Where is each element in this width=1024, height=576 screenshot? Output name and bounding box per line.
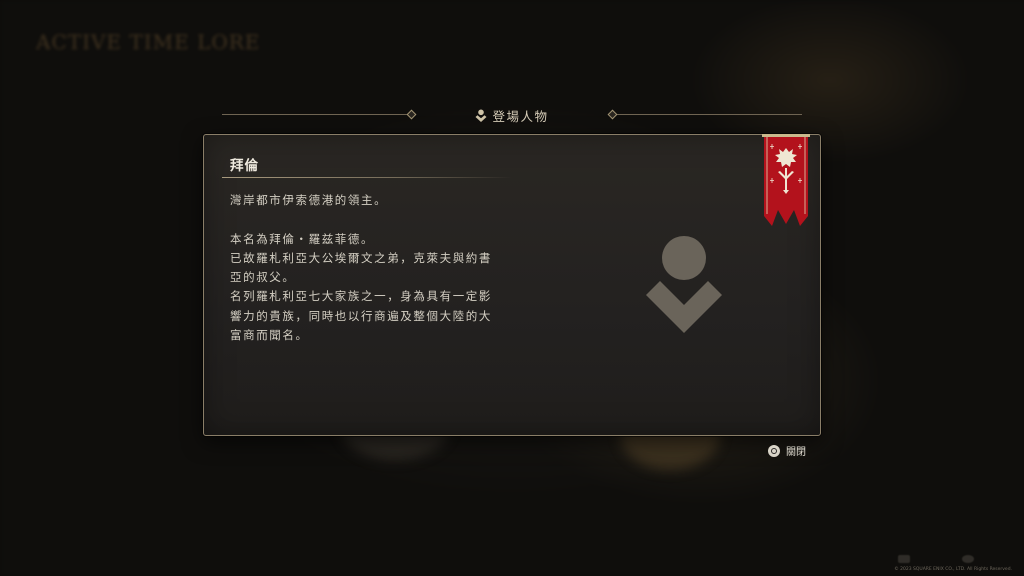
character-icon xyxy=(475,109,487,122)
name-divider xyxy=(222,177,512,178)
description-line: 響力的貴族，同時也以行商遍及整個大陸的大 xyxy=(230,308,492,323)
background-hint-icon xyxy=(962,555,974,563)
lore-category-header: 登場人物 xyxy=(222,104,802,126)
description-line: 亞的叔父。 xyxy=(230,270,296,285)
description-line: 富商而聞名。 xyxy=(230,328,309,343)
description-line: 灣岸都市伊索德港的領主。 xyxy=(230,193,388,207)
background-hint-icon xyxy=(898,555,910,563)
category-title-text: 登場人物 xyxy=(492,108,549,124)
character-name: 拜倫 xyxy=(230,158,259,174)
close-label[interactable]: 關閉 xyxy=(786,443,806,458)
rosaria-crest-banner-icon xyxy=(762,134,810,226)
close-prompt[interactable]: 關閉 xyxy=(768,443,806,458)
copyright-text: © 2023 SQUARE ENIX CO., LTD. All Rights … xyxy=(894,567,1012,572)
description-line: 已故羅札利亞大公埃爾文之弟，克萊夫與約書 xyxy=(230,250,492,265)
header-ornament-left xyxy=(406,109,417,120)
person-silhouette-icon xyxy=(646,236,722,333)
character-detail-panel: 拜倫 灣岸都市伊索德港的領主。 本名為拜倫・羅兹菲德。 已故羅札利亞大公埃爾文之… xyxy=(203,134,821,436)
header-rule-right xyxy=(614,114,802,115)
circle-button-icon[interactable] xyxy=(768,444,780,457)
background-title: ACTIVE TIME LORE xyxy=(36,30,261,54)
header-ornament-right xyxy=(607,109,618,120)
category-title: 登場人物 xyxy=(475,106,548,125)
character-description: 灣岸都市伊索德港的領主。 本名為拜倫・羅兹菲德。 已故羅札利亞大公埃爾文之弟，克… xyxy=(230,191,540,345)
header-rule-left xyxy=(222,114,410,115)
description-line: 本名為拜倫・羅兹菲德。 xyxy=(230,231,375,246)
description-line: 名列羅札利亞七大家族之一，身為具有一定影 xyxy=(230,289,492,304)
